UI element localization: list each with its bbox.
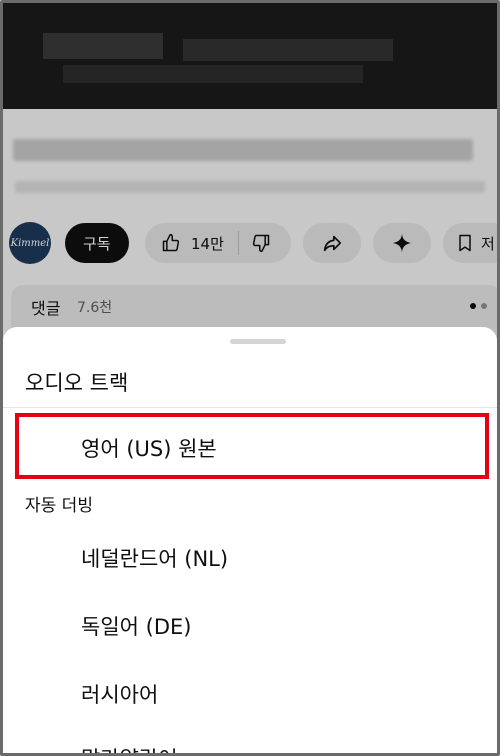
auto-dub-section-label: 자동 더빙 <box>25 496 93 516</box>
audio-track-sheet: 오디오 트랙 영어 (US) 원본 자동 더빙 네덜란드어 (NL) 독일어 (… <box>3 327 497 753</box>
drag-handle[interactable] <box>230 339 286 344</box>
audio-option-dutch[interactable]: 네덜란드어 (NL) <box>81 543 228 573</box>
screen-frame: Kimmel 구독 14만 저 댓글 7.6천 오디오 트랙 영어 (US) 원… <box>0 0 500 756</box>
sheet-title: 오디오 트랙 <box>25 371 129 395</box>
audio-option-russian[interactable]: 러시아어 <box>81 679 158 709</box>
sheet-divider <box>3 407 497 408</box>
audio-option-label: 영어 (US) 원본 <box>81 437 217 461</box>
audio-option-malayalam[interactable]: 말라얄람어 <box>81 743 178 753</box>
audio-option-german[interactable]: 독일어 (DE) <box>81 611 191 641</box>
audio-option-original[interactable]: 영어 (US) 원본 <box>15 413 489 479</box>
